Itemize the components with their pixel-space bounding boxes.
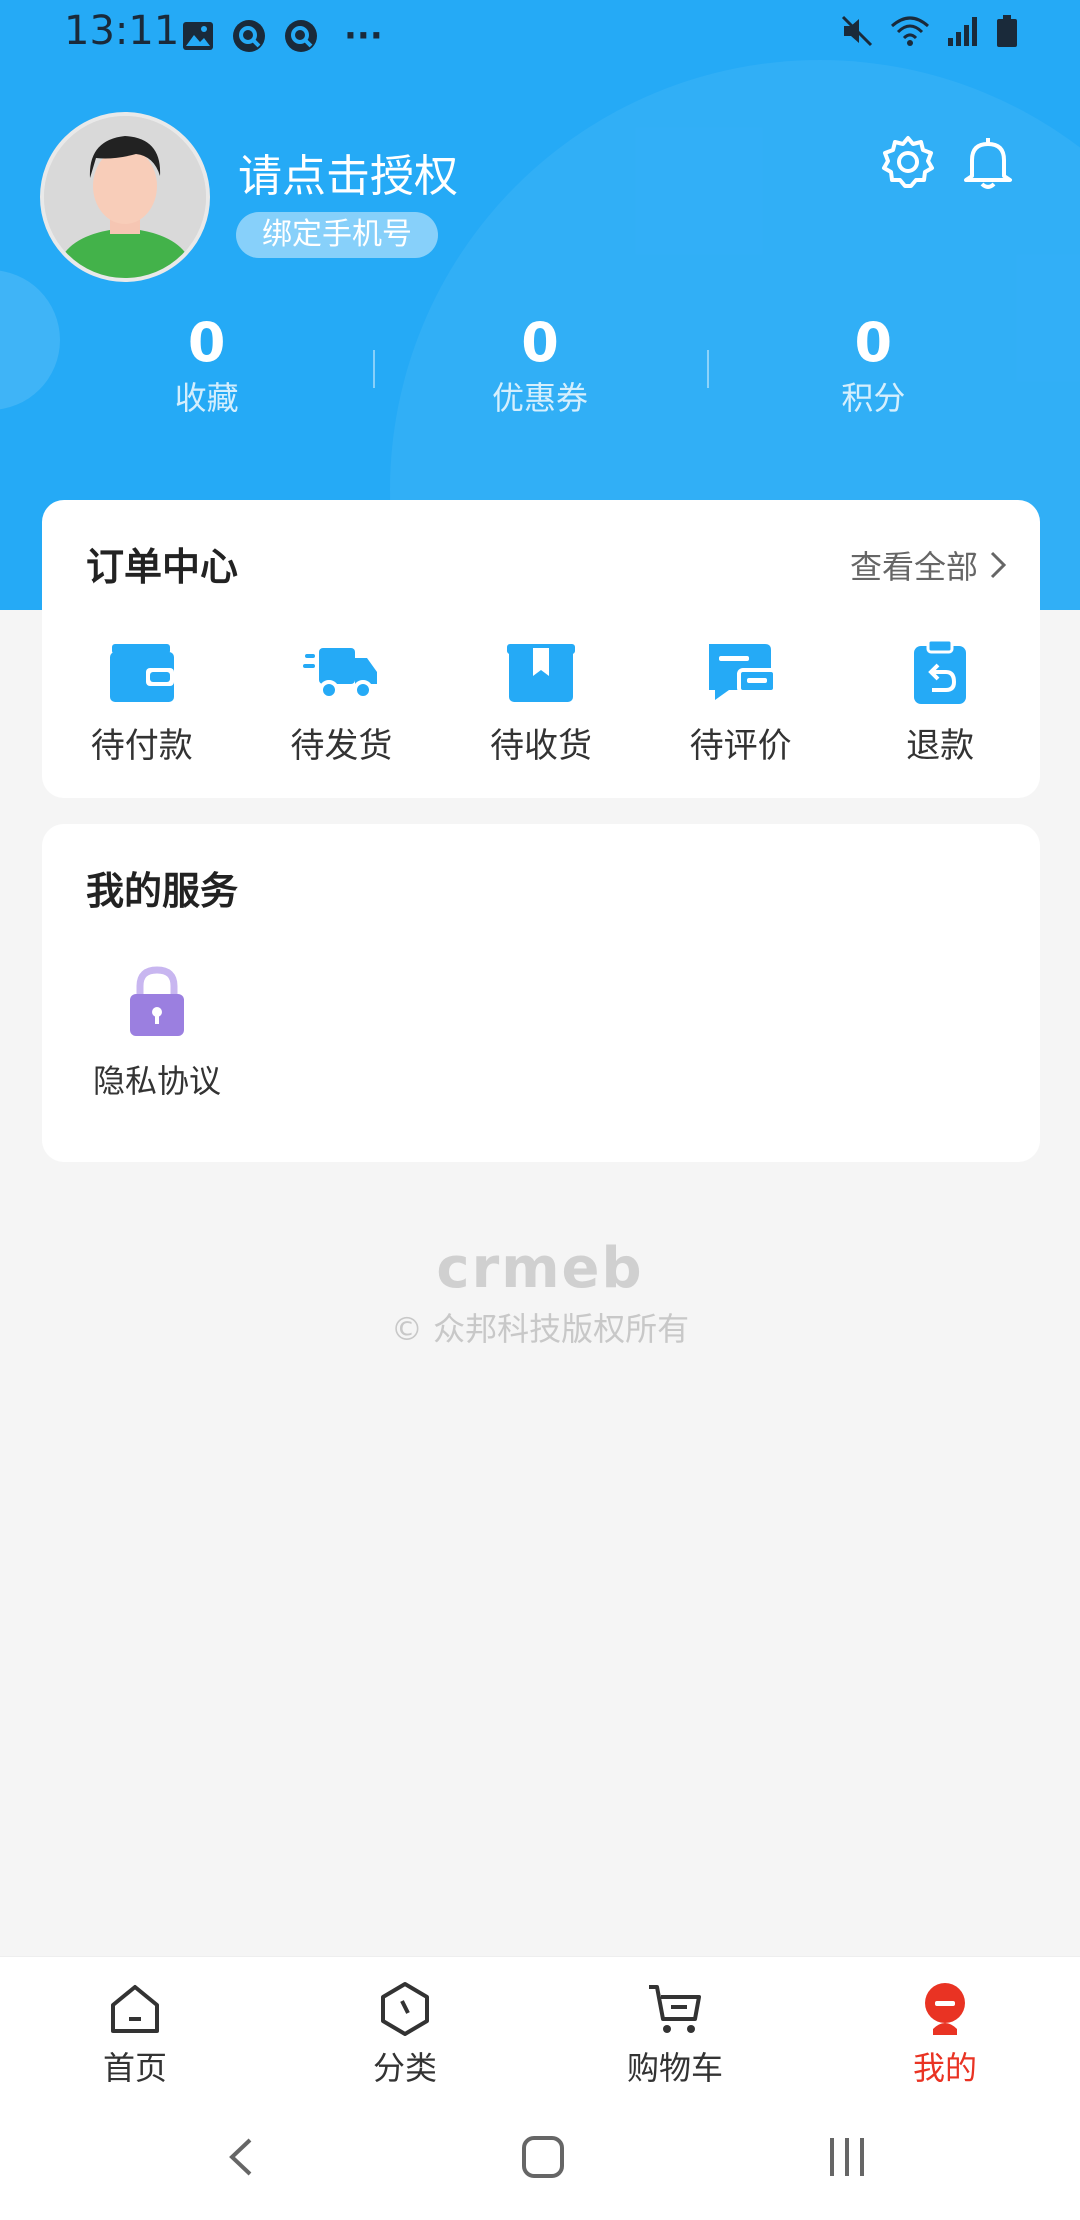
truck-icon <box>303 648 378 700</box>
order-label: 待发货 <box>290 726 393 766</box>
refund-icon <box>914 638 967 704</box>
tab-label: 购物车 <box>626 2049 723 2087</box>
order-center-card: 订单中心 查看全部 待付款 待发货 待收货 待评价 退款 <box>42 500 1040 798</box>
category-icon <box>381 1982 429 2036</box>
avatar-person-icon <box>44 116 206 278</box>
stat-points[interactable]: 0 积分 <box>706 310 1040 420</box>
stats-row: 0 收藏 0 优惠券 0 积分 <box>40 310 1040 420</box>
lock-icon <box>130 966 184 1036</box>
system-navigation-bar <box>0 2086 1080 2220</box>
battery-icon <box>997 15 1017 47</box>
home-nav-icon[interactable] <box>508 2122 578 2192</box>
stat-label: 积分 <box>841 379 906 417</box>
avatar[interactable] <box>40 112 210 282</box>
stat-label: 收藏 <box>174 379 239 417</box>
order-center-title: 订单中心 <box>86 545 239 589</box>
stat-value: 0 <box>521 311 559 374</box>
tab-label: 首页 <box>102 2049 167 2087</box>
order-label: 待付款 <box>90 726 193 766</box>
tab-label: 分类 <box>372 2049 437 2087</box>
tab-label: 我的 <box>912 2049 977 2087</box>
view-all-label: 查看全部 <box>849 548 978 586</box>
tab-category[interactable]: 分类 <box>270 1957 540 2087</box>
bottom-tab-bar: 首页 分类 购物车 我的 <box>0 1956 1080 2087</box>
stat-value: 0 <box>187 311 226 374</box>
status-time: 13:11 <box>64 8 180 54</box>
bell-icon[interactable] <box>958 132 1018 192</box>
service-label: 隐私协议 <box>92 1062 221 1100</box>
cart-icon <box>649 1985 701 2033</box>
wallet-icon <box>109 644 174 702</box>
stat-favorites[interactable]: 0 收藏 <box>40 310 373 420</box>
signal-icon <box>948 17 977 46</box>
brand-logo: crmeb <box>436 1236 644 1301</box>
username[interactable]: 请点击授权 <box>238 140 458 204</box>
package-icon <box>506 644 575 702</box>
order-label: 待评价 <box>689 726 792 766</box>
stat-coupons[interactable]: 0 优惠券 <box>373 310 706 420</box>
back-icon[interactable] <box>206 2122 276 2192</box>
profile-icon <box>925 1983 965 2035</box>
gear-icon[interactable] <box>878 132 938 192</box>
my-services-title: 我的服务 <box>86 869 239 913</box>
chevron-right-icon <box>990 551 1007 579</box>
recent-apps-icon[interactable] <box>812 2122 882 2192</box>
stat-label: 优惠券 <box>491 379 588 417</box>
q-app-icon <box>233 20 265 52</box>
order-label: 待收货 <box>489 726 592 766</box>
view-all-orders-link[interactable]: 查看全部 <box>850 542 1008 588</box>
status-bar: 13:11 ··· <box>0 0 1080 64</box>
tab-profile[interactable]: 我的 <box>810 1957 1080 2087</box>
more-dots-icon: ··· <box>344 16 383 56</box>
q-app-icon <box>285 20 317 52</box>
order-pending-shipment[interactable]: 待发货 <box>242 638 442 767</box>
stat-value: 0 <box>854 311 893 374</box>
copyright-text: © 众邦科技版权所有 <box>390 1310 690 1348</box>
tab-cart[interactable]: 购物车 <box>540 1957 810 2087</box>
review-icon <box>708 644 777 700</box>
service-privacy-policy[interactable]: 隐私协议 <box>82 964 232 1102</box>
order-pending-receipt[interactable]: 待收货 <box>441 638 641 767</box>
my-services-card: 我的服务 隐私协议 <box>42 824 1040 1162</box>
order-refund[interactable]: 退款 <box>840 638 1040 767</box>
bind-phone-button[interactable]: 绑定手机号 <box>236 212 438 258</box>
order-pending-payment[interactable]: 待付款 <box>42 638 242 767</box>
image-icon <box>183 22 213 50</box>
order-pending-review[interactable]: 待评价 <box>641 638 841 767</box>
tab-home[interactable]: 首页 <box>0 1957 270 2087</box>
order-label: 退款 <box>906 726 975 766</box>
mute-icon <box>841 15 873 47</box>
wifi-icon <box>891 16 929 46</box>
home-icon <box>111 1985 159 2033</box>
